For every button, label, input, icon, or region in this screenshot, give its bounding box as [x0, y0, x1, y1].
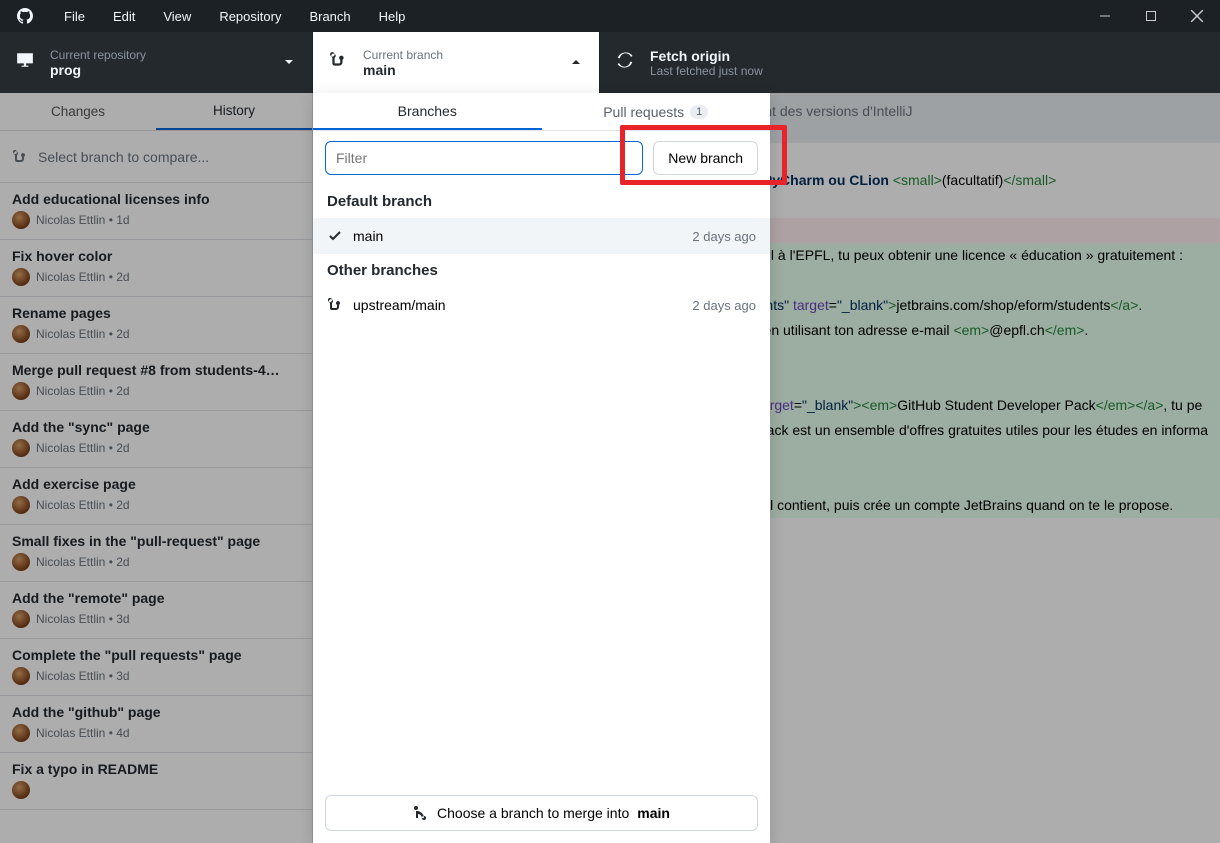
branch-label: Current branch [363, 48, 443, 62]
default-branch-header: Default branch [313, 185, 770, 218]
chevron-up-icon [571, 54, 581, 72]
menu-repository[interactable]: Repository [205, 9, 295, 24]
window-maximize[interactable] [1128, 0, 1174, 32]
current-branch-selector[interactable]: Current branch main [313, 32, 600, 93]
pr-count-badge: 1 [690, 105, 708, 119]
dropdown-tabs: Branches Pull requests 1 [313, 93, 770, 131]
logo [0, 8, 50, 24]
branch-item-main[interactable]: main 2 days ago [313, 218, 770, 254]
titlebar: File Edit View Repository Branch Help [0, 0, 1220, 32]
branch-icon [327, 297, 343, 313]
repo-value: prog [50, 62, 146, 78]
sync-icon [616, 51, 636, 74]
repo-label: Current repository [50, 48, 146, 62]
pc-icon [16, 51, 36, 74]
menu-view[interactable]: View [149, 9, 205, 24]
fetch-value: Last fetched just now [650, 64, 763, 78]
merge-icon [413, 805, 429, 821]
other-branches-header: Other branches [313, 254, 770, 287]
menu-help[interactable]: Help [365, 9, 420, 24]
dropdown-tab-pull-requests[interactable]: Pull requests 1 [542, 93, 771, 130]
current-repository-selector[interactable]: Current repository prog [0, 32, 313, 93]
branch-item-upstream-main[interactable]: upstream/main 2 days ago [313, 287, 770, 323]
check-icon [327, 228, 343, 244]
branch-dropdown: Branches Pull requests 1 New branch Defa… [313, 93, 770, 843]
window-close[interactable] [1174, 0, 1220, 32]
fetch-origin-button[interactable]: Fetch origin Last fetched just now [600, 32, 1220, 93]
toolbar: Current repository prog Current branch m… [0, 32, 1220, 93]
branch-filter-input[interactable] [325, 141, 643, 175]
window-minimize[interactable] [1082, 0, 1128, 32]
menu-edit[interactable]: Edit [99, 9, 149, 24]
chevron-down-icon [284, 54, 294, 72]
branch-value: main [363, 62, 443, 78]
modal-backdrop-right[interactable] [770, 93, 1220, 843]
modal-backdrop-left[interactable] [0, 93, 313, 843]
merge-branch-button[interactable]: Choose a branch to merge into main [325, 795, 758, 831]
new-branch-button[interactable]: New branch [653, 141, 758, 175]
menu-branch[interactable]: Branch [295, 9, 364, 24]
menu-file[interactable]: File [50, 9, 99, 24]
fetch-label: Fetch origin [650, 48, 763, 64]
branch-icon [329, 51, 349, 74]
dropdown-tab-branches[interactable]: Branches [313, 93, 542, 130]
